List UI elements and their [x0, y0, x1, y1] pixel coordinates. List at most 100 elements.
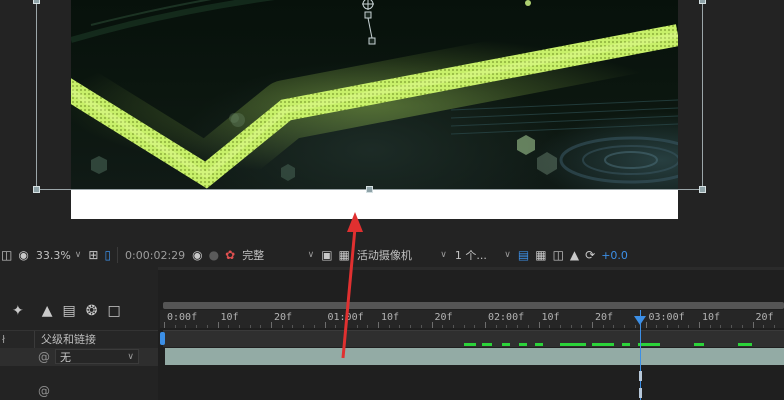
- ruler-minor-tick: [773, 325, 775, 328]
- ruler-minor-tick: [367, 325, 369, 328]
- render-cache-dash: [738, 343, 752, 346]
- ruler-minor-tick: [474, 325, 476, 328]
- ruler-label: 20f: [434, 312, 453, 323]
- pick-whip-icon[interactable]: @: [38, 350, 50, 364]
- column-header-row: ł 父级和链接: [0, 330, 158, 349]
- ruler-tick: [752, 322, 754, 328]
- transform-handle-bottom-center[interactable]: [366, 186, 373, 193]
- ruler-minor-tick: [356, 325, 358, 328]
- cti-marker: [639, 388, 642, 398]
- camera-dropdown[interactable]: 活动摄像机 ∨: [353, 246, 451, 264]
- ruler-minor-tick: [656, 325, 658, 328]
- transform-handle-bottom-left[interactable]: [33, 186, 40, 193]
- ruler-minor-tick: [303, 325, 305, 328]
- ruler-minor-tick: [345, 325, 347, 328]
- parent-column-header[interactable]: 父级和链接: [34, 331, 96, 348]
- safe-margins-icon[interactable]: ⊞: [85, 246, 101, 264]
- resolution-dropdown[interactable]: 完整 ∨: [238, 246, 318, 264]
- ruler-minor-tick: [666, 325, 668, 328]
- timeline-icon[interactable]: ◫: [550, 246, 567, 264]
- ruler-tick: [324, 322, 326, 328]
- region-of-interest-icon[interactable]: ▣: [318, 246, 335, 264]
- ruler-minor-tick: [260, 325, 262, 328]
- ruler-minor-tick: [763, 325, 765, 328]
- transparency-grid-icon[interactable]: ▦: [336, 246, 353, 264]
- chevron-down-icon: ∨: [307, 250, 315, 260]
- ruler-minor-tick: [442, 325, 444, 328]
- exposure-offset[interactable]: +0.0: [598, 249, 631, 262]
- work-area-bar[interactable]: [163, 302, 784, 309]
- views-dropdown[interactable]: 1 个... ∨: [451, 246, 515, 264]
- render-cache-dash: [622, 343, 630, 346]
- work-area-start-handle[interactable]: [160, 332, 165, 345]
- ruler-label: 03:00f: [648, 312, 685, 323]
- chevron-down-icon: ∨: [440, 250, 447, 260]
- ruler-tick: [378, 322, 379, 328]
- ruler-label: 20f: [274, 312, 293, 323]
- ruler-tick: [592, 322, 593, 328]
- shy-layers-icon[interactable]: ✦: [12, 303, 24, 319]
- current-timecode[interactable]: 0:00:02:29: [121, 249, 189, 262]
- ruler-minor-tick: [549, 325, 551, 328]
- transform-handle-bottom-right[interactable]: [699, 186, 706, 193]
- ruler-minor-tick: [613, 325, 615, 328]
- zoom-dropdown[interactable]: 33.3% ∨: [32, 246, 86, 264]
- time-graph[interactable]: 0:00f 10f 20f 01:00f 10f 20f 02:00f 10f 20f 03:00…: [160, 267, 784, 400]
- ruler-minor-tick: [410, 325, 412, 328]
- fast-preview-icon[interactable]: ▦: [532, 246, 549, 264]
- toggle-view-icon[interactable]: ◉: [15, 246, 31, 264]
- ruler-label: 01:00f: [327, 312, 364, 323]
- exposure-reset-icon[interactable]: ⟳: [582, 246, 598, 264]
- layer-bound-right: [702, 0, 703, 190]
- ruler-tick: [271, 322, 272, 328]
- 3d-view-icon[interactable]: ▤: [515, 246, 532, 264]
- mask-icon[interactable]: ◫: [0, 246, 15, 264]
- ruler-minor-tick: [335, 325, 337, 328]
- layer-row[interactable]: @: [0, 384, 158, 400]
- show-snapshot-icon[interactable]: ●: [206, 246, 222, 264]
- ruler-minor-tick: [720, 325, 722, 328]
- layer-duration-bar[interactable]: [165, 348, 784, 365]
- graph-editor-icon[interactable]: ❂: [86, 303, 98, 319]
- ruler-minor-tick: [313, 325, 315, 328]
- ruler-minor-tick: [196, 325, 198, 328]
- time-ruler[interactable]: 0:00f 10f 20f 01:00f 10f 20f 02:00f 10f 20f 03:00…: [160, 310, 784, 328]
- ruler-label: 10f: [220, 312, 239, 323]
- ruler-minor-tick: [249, 325, 251, 328]
- ruler-minor-tick: [185, 325, 187, 328]
- color-channel-icon[interactable]: ✿: [222, 246, 238, 264]
- layer-row[interactable]: @ 无 ∨: [0, 348, 158, 366]
- timeline-switches: ✦ ▲ ▤ ❂ □: [8, 303, 121, 319]
- composition-preview[interactable]: [71, 0, 678, 190]
- transform-handle-top-right[interactable]: [699, 0, 706, 4]
- render-cache-dash: [482, 343, 492, 346]
- parent-dropdown[interactable]: 无 ∨: [55, 349, 139, 364]
- ruler-minor-tick: [559, 325, 561, 328]
- render-cache-dash: [592, 343, 614, 346]
- ruler-tick: [431, 322, 433, 328]
- composition-viewer[interactable]: [0, 0, 784, 243]
- divider: [117, 247, 119, 263]
- flowchart-icon[interactable]: ▲: [567, 246, 582, 264]
- comp-flowchart-icon[interactable]: □: [107, 303, 120, 319]
- ruler-minor-tick: [731, 325, 733, 328]
- camera-snapshot-icon[interactable]: ◉: [189, 246, 205, 264]
- ruler-minor-tick: [634, 325, 636, 328]
- zoom-value: 33.3%: [35, 248, 71, 262]
- ruler-minor-tick: [206, 325, 208, 328]
- ruler-minor-tick: [602, 325, 604, 328]
- current-time-indicator[interactable]: [634, 316, 646, 325]
- transform-handle-top-left[interactable]: [33, 0, 40, 4]
- chevron-down-icon: ∨: [74, 250, 82, 260]
- grid-icon[interactable]: ▯: [101, 246, 114, 264]
- ruler-label: 10f: [702, 312, 721, 323]
- ruler-minor-tick: [420, 325, 422, 328]
- motion-blur-icon[interactable]: ▤: [63, 303, 76, 319]
- ruler-minor-tick: [624, 325, 626, 328]
- parent-value: 无: [60, 350, 71, 364]
- timeline-panel: ✦ ▲ ▤ ❂ □ ł 父级和链接 0:00f 10f 20f 01:00f 10f 20…: [0, 267, 784, 400]
- ruler-minor-tick: [281, 325, 283, 328]
- frame-blending-icon[interactable]: ▲: [42, 303, 53, 319]
- ruler-minor-tick: [174, 325, 176, 328]
- pick-whip-icon[interactable]: @: [38, 384, 50, 398]
